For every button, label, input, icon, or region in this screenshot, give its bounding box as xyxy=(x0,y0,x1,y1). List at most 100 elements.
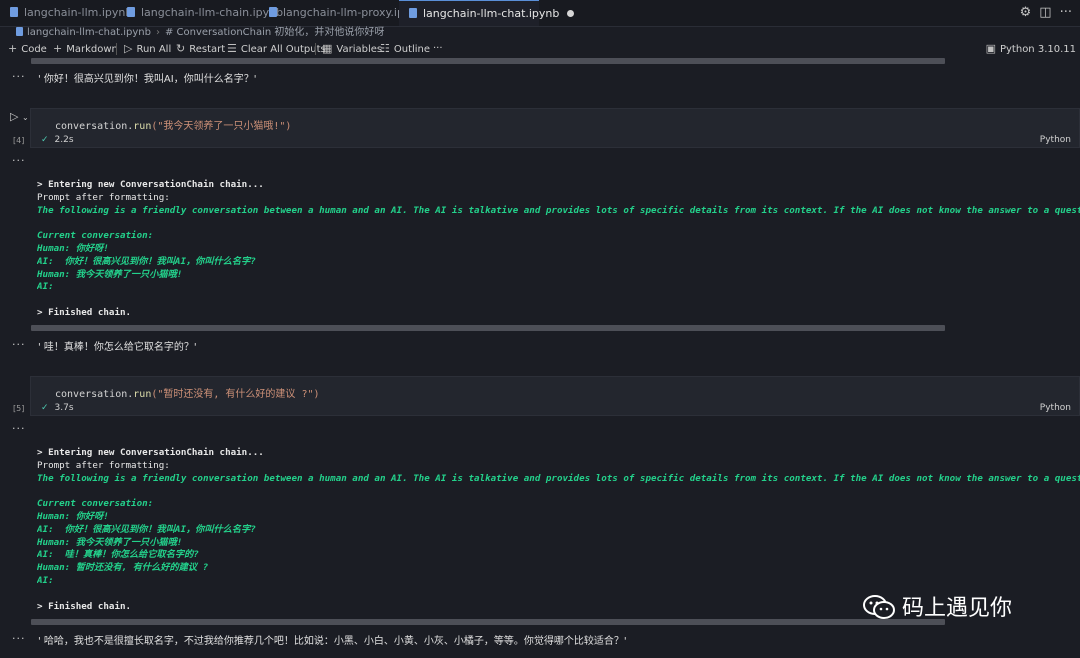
cell-language[interactable]: Python xyxy=(1040,403,1071,413)
more-actions-button[interactable]: ··· xyxy=(1060,5,1072,20)
trace-line: AI: 你好！很高兴见到你！我叫AI，你叫什么名字? xyxy=(37,523,256,535)
output-menu-button[interactable]: ··· xyxy=(12,632,26,645)
run-cell-button[interactable]: ▷ ⌄ xyxy=(10,110,29,123)
output-menu-button[interactable]: ··· xyxy=(12,338,26,351)
unsaved-dot-icon[interactable] xyxy=(567,10,575,17)
watermark-text: 码上遇见你 xyxy=(902,596,1013,621)
trace-line: Human: 你好呀! xyxy=(37,242,109,254)
outline-label: Outline xyxy=(393,44,431,55)
output-scrollbar[interactable] xyxy=(31,325,945,331)
trace-line: Human: 你好呀! xyxy=(37,510,109,522)
kernel-picker[interactable]: ▣ Python 3.10.11 xyxy=(986,40,1076,59)
output-menu-button[interactable]: ··· xyxy=(12,154,26,167)
notebook-file-icon xyxy=(10,7,18,17)
trace-system-text: The following is a friendly conversation… xyxy=(37,204,1080,216)
output-menu-button[interactable]: ··· xyxy=(12,70,26,83)
tab-langchain-llm[interactable]: langchain-llm.ipynb xyxy=(0,0,132,26)
plus-icon: + xyxy=(8,42,18,55)
output-menu-button[interactable]: ··· xyxy=(12,422,26,435)
tab-label: langchain-llm-chat.ipynb xyxy=(423,7,560,20)
add-markdown-button[interactable]: + Markdown xyxy=(53,40,118,59)
more-toolbar-button[interactable]: ··· xyxy=(433,40,443,58)
code-object: conversation. xyxy=(55,121,134,132)
check-icon: ✓ xyxy=(41,135,49,145)
clear-all-label: Clear All Outputs xyxy=(240,44,326,55)
notebook-file-icon xyxy=(127,7,135,17)
code-argument: ("我今天领养了一只小猫哦!") xyxy=(151,121,292,132)
variables-button[interactable]: ▦ Variables xyxy=(322,40,382,59)
execution-count: [5] xyxy=(13,404,25,413)
trace-line: AI: 哇！真棒！你怎么给它取名字的? xyxy=(37,549,199,561)
add-code-button[interactable]: + Code xyxy=(8,40,47,59)
gear-icon[interactable]: ⚙ xyxy=(1020,5,1032,20)
chain-result-text: ' 哇！真棒！你怎么给它取名字的？' xyxy=(38,342,197,353)
clear-all-outputs-button[interactable]: ☰ Clear All Outputs xyxy=(227,40,326,59)
trace-prompt-label: Prompt after formatting: xyxy=(37,459,170,471)
watermark: 码上遇见你 xyxy=(862,592,1012,626)
play-icon: ▷ xyxy=(124,42,133,55)
trace-line: Human: 我今天领养了一只小猫哦! xyxy=(37,536,183,548)
run-all-label: Run All xyxy=(136,44,172,55)
outline-button[interactable]: ☷ Outline xyxy=(380,40,430,59)
kernel-label: Python 3.10.11 xyxy=(999,44,1076,55)
trace-entering: > Entering new ConversationChain chain..… xyxy=(37,179,264,190)
restart-icon: ↻ xyxy=(176,42,186,55)
trace-current-label: Current conversation: xyxy=(37,498,154,510)
tab-langchain-llm-chat[interactable]: langchain-llm-chat.ipynb xyxy=(399,0,575,26)
tab-langchain-llm-proxy[interactable]: langchain-llm-proxy.ipynb xyxy=(259,0,424,26)
execution-time: 2.2s xyxy=(54,135,74,145)
trace-system-text: The following is a friendly conversation… xyxy=(37,472,1080,484)
chain-result-text: ' 哈哈，我也不是很擅长取名字，不过我给你推荐几个吧！比如说：小黑、小白、小黄、… xyxy=(38,636,627,647)
cell-language[interactable]: Python xyxy=(1040,135,1071,145)
split-editor-icon[interactable]: ◫ xyxy=(1039,5,1051,20)
trace-finished: > Finished chain. xyxy=(37,306,132,318)
breadcrumb: langchain-llm-chat.ipynb › # ConversationC… xyxy=(0,26,1080,40)
code-line[interactable]: conversation.run("我今天领养了一只小猫哦!") xyxy=(55,117,291,132)
add-markdown-label: Markdown xyxy=(66,44,118,55)
trace-line: Human: 我今天领养了一只小猫哦! xyxy=(37,268,183,280)
toolbar-divider xyxy=(315,43,316,55)
notebook-file-icon xyxy=(16,27,23,36)
tab-langchain-llm-chain[interactable]: langchain-llm-chain.ipynb xyxy=(117,0,283,26)
trace-line: Human: 暂时还没有, 有什么好的建议 ? xyxy=(37,562,209,574)
code-function: run xyxy=(133,121,152,132)
notebook-file-icon xyxy=(409,8,417,18)
output-scrollbar[interactable] xyxy=(31,58,945,64)
output-scrollbar[interactable] xyxy=(31,619,945,625)
kernel-icon: ▣ xyxy=(985,42,996,55)
cell-status: ✓ 2.2s xyxy=(41,135,74,145)
variables-label: Variables xyxy=(336,44,383,55)
chain-trace-output: > Entering new ConversationChain chain..… xyxy=(37,179,1080,320)
code-cell[interactable]: conversation.run("暂时还没有, 有什么好的建议 ?") ✓ 3.… xyxy=(30,376,1080,416)
chevron-down-icon: ⌄ xyxy=(21,113,29,122)
chevron-right-icon: › xyxy=(155,27,160,38)
breadcrumb-file[interactable]: langchain-llm-chat.ipynb xyxy=(27,27,151,38)
previous-output-text: ' 你好！很高兴见到你！我叫AI，你叫什么名字？' xyxy=(38,74,257,85)
editor-tab-bar: langchain-llm.ipynb langchain-llm-chain.… xyxy=(0,0,1080,27)
trace-line: AI: 你好！很高兴见到你！我叫AI，你叫什么名字? xyxy=(37,255,256,267)
trace-prompt-label: Prompt after formatting: xyxy=(37,191,170,203)
toolbar-divider xyxy=(116,43,117,55)
chain-trace-output: > Entering new ConversationChain chain..… xyxy=(37,447,1080,613)
execution-time: 3.7s xyxy=(54,403,74,413)
add-code-label: Code xyxy=(21,44,47,55)
trace-current-label: Current conversation: xyxy=(37,230,154,242)
trace-entering: > Entering new ConversationChain chain..… xyxy=(37,447,264,458)
clear-all-icon: ☰ xyxy=(227,42,237,55)
wechat-icon xyxy=(863,595,895,619)
variables-icon: ▦ xyxy=(322,42,333,55)
trace-line: AI: xyxy=(37,281,54,293)
plus-icon: + xyxy=(53,42,63,55)
restart-button[interactable]: ↻ Restart xyxy=(176,40,225,59)
code-function: run xyxy=(133,389,152,400)
code-line[interactable]: conversation.run("暂时还没有, 有什么好的建议 ?") xyxy=(55,385,320,400)
notebook-content: ··· ' 你好！很高兴见到你！我叫AI，你叫什么名字？' ▷ ⌄ [4] co… xyxy=(0,58,1080,658)
check-icon: ✓ xyxy=(41,403,49,413)
outline-icon: ☷ xyxy=(380,42,390,55)
restart-label: Restart xyxy=(189,44,226,55)
code-cell[interactable]: conversation.run("我今天领养了一只小猫哦!") ✓ 2.2s P… xyxy=(30,108,1080,148)
breadcrumb-section[interactable]: # ConversationChain 初始化，并对他说你好呀 xyxy=(165,27,384,38)
code-argument: ("暂时还没有, 有什么好的建议 ?") xyxy=(151,389,320,400)
tab-actions: ⚙ ◫ ··· xyxy=(1012,0,1072,26)
run-all-button[interactable]: ▷ Run All xyxy=(124,40,171,59)
